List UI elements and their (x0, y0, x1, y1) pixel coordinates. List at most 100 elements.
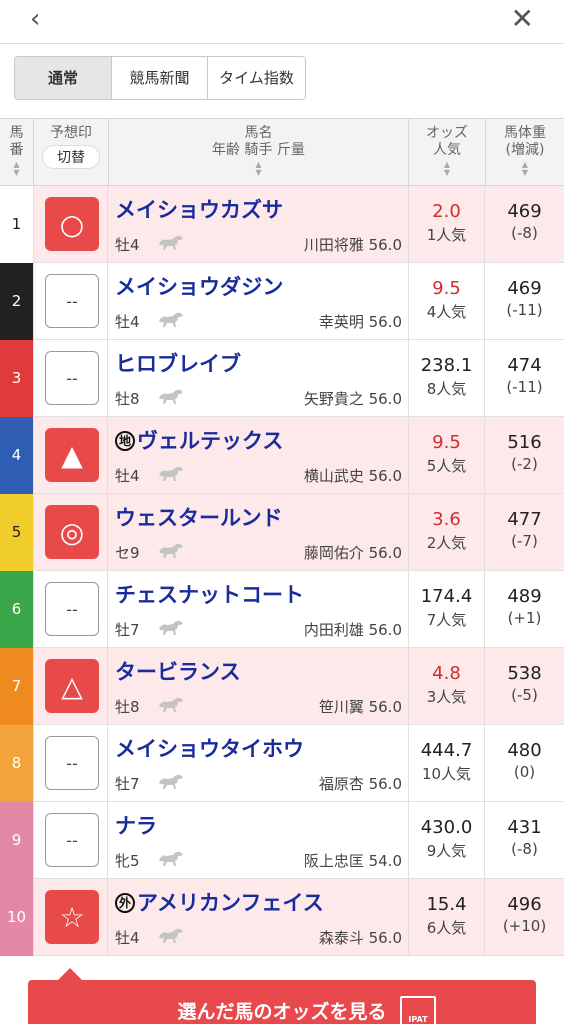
tab-time-index[interactable]: タイム指数 (207, 57, 305, 99)
horse-name-link[interactable]: ヒロブレイブ (115, 348, 241, 378)
horse-name: チェスナットコート (115, 583, 304, 607)
horse-name-link[interactable]: タービランス (115, 656, 241, 686)
horse-icon (156, 848, 186, 868)
view-odds-button[interactable]: 選んだ馬のオッズを見る IPAT (28, 980, 536, 1024)
popularity: 7人気 (426, 611, 467, 629)
body-weight: 431 (507, 817, 542, 838)
jockey-weight: 阪上忠匡 54.0 (303, 852, 402, 870)
body-weight: 474 (507, 355, 542, 376)
cta-pointer (58, 968, 82, 980)
odds-cell: 15.4 6人気 (408, 879, 485, 956)
horse-name-link[interactable]: メイショウタイホウ (115, 733, 304, 763)
tab-normal[interactable]: 通常 (15, 57, 111, 99)
prediction-mark-cell: -- (33, 263, 108, 340)
header-weight-label-2: (増減) (505, 142, 545, 158)
prediction-mark: -- (66, 599, 78, 619)
horse-name-link[interactable]: 外アメリカンフェイス (115, 887, 324, 917)
prediction-mark-cell: -- (33, 340, 108, 417)
close-icon[interactable]: ✕ (511, 2, 534, 35)
prediction-mark: ▲ (61, 438, 83, 472)
odds-cell: 174.4 7人気 (408, 571, 485, 648)
table-row[interactable]: 1 ○ メイショウカズサ 牡4 川田将雅 56.0 2.0 1人気 469 (-8) (0, 186, 564, 263)
jockey-weight: 内田利雄 56.0 (303, 621, 402, 639)
header-number[interactable]: 馬 番 ▲ ▼ (0, 119, 33, 185)
header-horse-name[interactable]: 馬名 年齢 騎手 斤量 ▲ ▼ (108, 119, 408, 185)
sex-age: 牡4 (115, 313, 140, 331)
header-weight[interactable]: 馬体重 (増減) ▲ ▼ (485, 119, 564, 185)
horse-icon (156, 309, 186, 329)
table-row[interactable]: 7 △ タービランス 牡8 笹川翼 56.0 4.8 3人気 538 (-5) (0, 648, 564, 725)
table-row[interactable]: 2 -- メイショウダジン 牡4 幸英明 56.0 9.5 4人気 469 (-11) (0, 263, 564, 340)
prediction-mark-button[interactable]: -- (45, 813, 99, 867)
horse-name-link[interactable]: メイショウカズサ (115, 194, 283, 224)
prediction-mark-button[interactable]: ▲ (45, 428, 99, 482)
frame-number: 2 (0, 263, 33, 340)
prediction-mark-button[interactable]: ○ (45, 197, 99, 251)
table-row[interactable]: 5 ◎ ウェスタールンド セ9 藤岡佑介 56.0 3.6 2人気 477 (-7) (0, 494, 564, 571)
prediction-mark-button[interactable]: ◎ (45, 505, 99, 559)
view-mode-tabs: 通常 競馬新聞 タイム指数 (14, 56, 306, 100)
prediction-mark-button[interactable]: -- (45, 351, 99, 405)
header-odds[interactable]: オッズ 人気 ▲ ▼ (408, 119, 485, 185)
body-weight: 469 (507, 278, 542, 299)
body-weight: 496 (507, 894, 542, 915)
weight-cell: 489 (+1) (485, 571, 564, 648)
prediction-mark-button[interactable]: -- (45, 736, 99, 790)
popularity: 3人気 (426, 688, 467, 706)
prediction-mark-button[interactable]: ☆ (45, 890, 99, 944)
weight-cell: 469 (-8) (485, 186, 564, 263)
frame-number: 8 (0, 725, 33, 802)
sort-icon: ▲ ▼ (13, 160, 20, 177)
prediction-mark-cell: -- (33, 571, 108, 648)
prediction-mark-button[interactable]: -- (45, 582, 99, 636)
body-weight: 480 (507, 740, 542, 761)
horse-name-link[interactable]: メイショウダジン (115, 271, 283, 301)
horse-name-link[interactable]: ナラ (115, 810, 157, 840)
popularity: 5人気 (426, 457, 467, 475)
mark-switch-button[interactable]: 切替 (42, 145, 100, 169)
jockey-weight: 川田将雅 56.0 (303, 236, 402, 254)
sex-age: 牝5 (115, 852, 140, 870)
tab-newspaper[interactable]: 競馬新聞 (111, 57, 207, 99)
weight-change: (+10) (502, 917, 547, 935)
table-row[interactable]: 8 -- メイショウタイホウ 牡7 福原杏 56.0 444.7 10人気 480 (0) (0, 725, 564, 802)
table-row[interactable]: 9 -- ナラ 牝5 阪上忠匡 54.0 430.0 9人気 431 (-8) (0, 802, 564, 879)
weight-change: (-8) (511, 840, 538, 858)
weight-cell: 480 (0) (485, 725, 564, 802)
odds-value: 9.5 (432, 432, 461, 453)
frame-number: 10 (0, 879, 33, 956)
table-row[interactable]: 10 ☆ 外アメリカンフェイス 牡4 森泰斗 56.0 15.4 6人気 496 (+10) (0, 879, 564, 956)
table-row[interactable]: 6 -- チェスナットコート 牡7 内田利雄 56.0 174.4 7人気 489 (+1) (0, 571, 564, 648)
header-number-label-1: 馬 (9, 125, 24, 141)
odds-cell: 2.0 1人気 (408, 186, 485, 263)
odds-cell: 430.0 9人気 (408, 802, 485, 879)
back-chevron-icon[interactable]: ‹ (30, 4, 40, 34)
horse-name-link[interactable]: ウェスタールンド (115, 502, 283, 532)
odds-cell: 4.8 3人気 (408, 648, 485, 725)
table-row[interactable]: 4 ▲ 地ヴェルテックス 牡4 横山武史 56.0 9.5 5人気 516 (-2) (0, 417, 564, 494)
sort-icon: ▲ ▼ (521, 160, 529, 177)
prediction-mark-button[interactable]: -- (45, 274, 99, 328)
horse-name-link[interactable]: チェスナットコート (115, 579, 304, 609)
origin-tag: 地 (115, 431, 135, 451)
sex-age: 牡4 (115, 236, 140, 254)
horse-name: ヴェルテックス (137, 429, 284, 453)
prediction-mark-cell: ○ (33, 186, 108, 263)
weight-cell: 431 (-8) (485, 802, 564, 879)
odds-cell: 238.1 8人気 (408, 340, 485, 417)
popularity: 10人気 (421, 765, 472, 783)
weight-change: (-2) (511, 455, 538, 473)
prediction-mark-button[interactable]: △ (45, 659, 99, 713)
odds-value: 4.8 (432, 663, 461, 684)
prediction-mark-cell: ◎ (33, 494, 108, 571)
prediction-mark: -- (66, 368, 78, 388)
popularity: 2人気 (426, 534, 467, 552)
weight-change: (-11) (506, 378, 543, 396)
odds-value: 15.4 (426, 894, 467, 915)
frame-number: 3 (0, 340, 33, 417)
body-weight: 516 (507, 432, 542, 453)
prediction-mark: -- (66, 830, 78, 850)
weight-change: (0) (513, 763, 536, 781)
table-row[interactable]: 3 -- ヒロブレイブ 牡8 矢野貴之 56.0 238.1 8人気 474 (-11) (0, 340, 564, 417)
horse-name-link[interactable]: 地ヴェルテックス (115, 425, 283, 455)
